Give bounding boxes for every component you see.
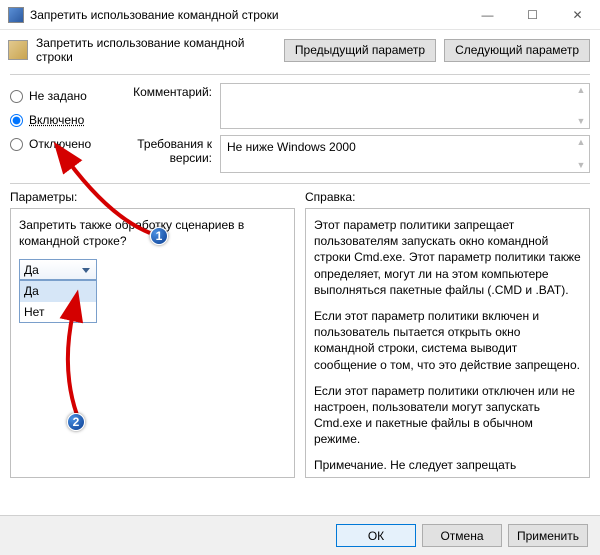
apply-button[interactable]: Применить [508,524,588,547]
dialog-footer: ОК Отмена Применить [0,515,600,555]
param-combo[interactable]: Да [19,259,97,280]
state-radios: Не задано Включено Отключено [10,83,120,179]
policy-icon [8,40,28,60]
scrollbar[interactable]: ▲▼ [575,138,587,170]
comment-label: Комментарий: [120,83,220,129]
app-icon [8,7,24,23]
radio-disabled[interactable]: Отключено [10,137,120,151]
radio-not-configured-label: Не задано [29,89,87,103]
parameters-panel: Запретить также обработку сценариев в ко… [10,208,295,478]
param-combo-wrap: Да Да Нет [19,259,97,280]
param-combo-value: Да [24,262,39,278]
combo-option-no[interactable]: Нет [20,302,96,322]
radio-enabled[interactable]: Включено [10,113,120,127]
header: Запретить использование командной строки… [0,30,600,70]
radio-disabled-label: Отключено [29,137,91,151]
radio-not-configured[interactable]: Не задано [10,89,120,103]
policy-title: Запретить использование командной строки [36,36,276,64]
scrollbar[interactable]: ▲▼ [575,86,587,126]
parameters-label: Параметры: [10,190,295,204]
cancel-button[interactable]: Отмена [422,524,502,547]
help-panel: Этот параметр политики запрещает пользов… [305,208,590,478]
radio-enabled-input[interactable] [10,114,23,127]
help-text: Примечание. Не следует запрещать выполне… [314,457,581,478]
separator [10,74,590,75]
comment-field[interactable]: ▲▼ [220,83,590,129]
radio-disabled-input[interactable] [10,138,23,151]
radio-not-configured-input[interactable] [10,90,23,103]
help-label: Справка: [305,190,590,204]
help-text: Этот параметр политики запрещает пользов… [314,217,581,298]
combo-option-yes[interactable]: Да [20,281,96,301]
ok-button[interactable]: ОК [336,524,416,547]
help-text: Если этот параметр политики включен и по… [314,308,581,373]
minimize-button[interactable]: — [465,0,510,29]
radio-enabled-label: Включено [29,113,84,127]
help-text: Если этот параметр политики отключен или… [314,383,581,448]
annotation-badge-1: 1 [150,227,168,245]
requirements-value: Не ниже Windows 2000 [227,140,356,154]
requirements-field: Не ниже Windows 2000 ▲▼ [220,135,590,173]
close-button[interactable]: ✕ [555,0,600,29]
next-setting-button[interactable]: Следующий параметр [444,39,590,62]
titlebar: Запретить использование командной строки… [0,0,600,30]
separator [10,183,590,184]
param-combo-dropdown: Да Нет [19,280,97,322]
requirements-label: Требования к версии: [120,135,220,173]
maximize-button[interactable]: ☐ [510,0,555,29]
previous-setting-button[interactable]: Предыдущий параметр [284,39,436,62]
window-title: Запретить использование командной строки [30,8,465,22]
annotation-badge-2: 2 [67,413,85,431]
annotation-arrow-2 [51,309,111,423]
